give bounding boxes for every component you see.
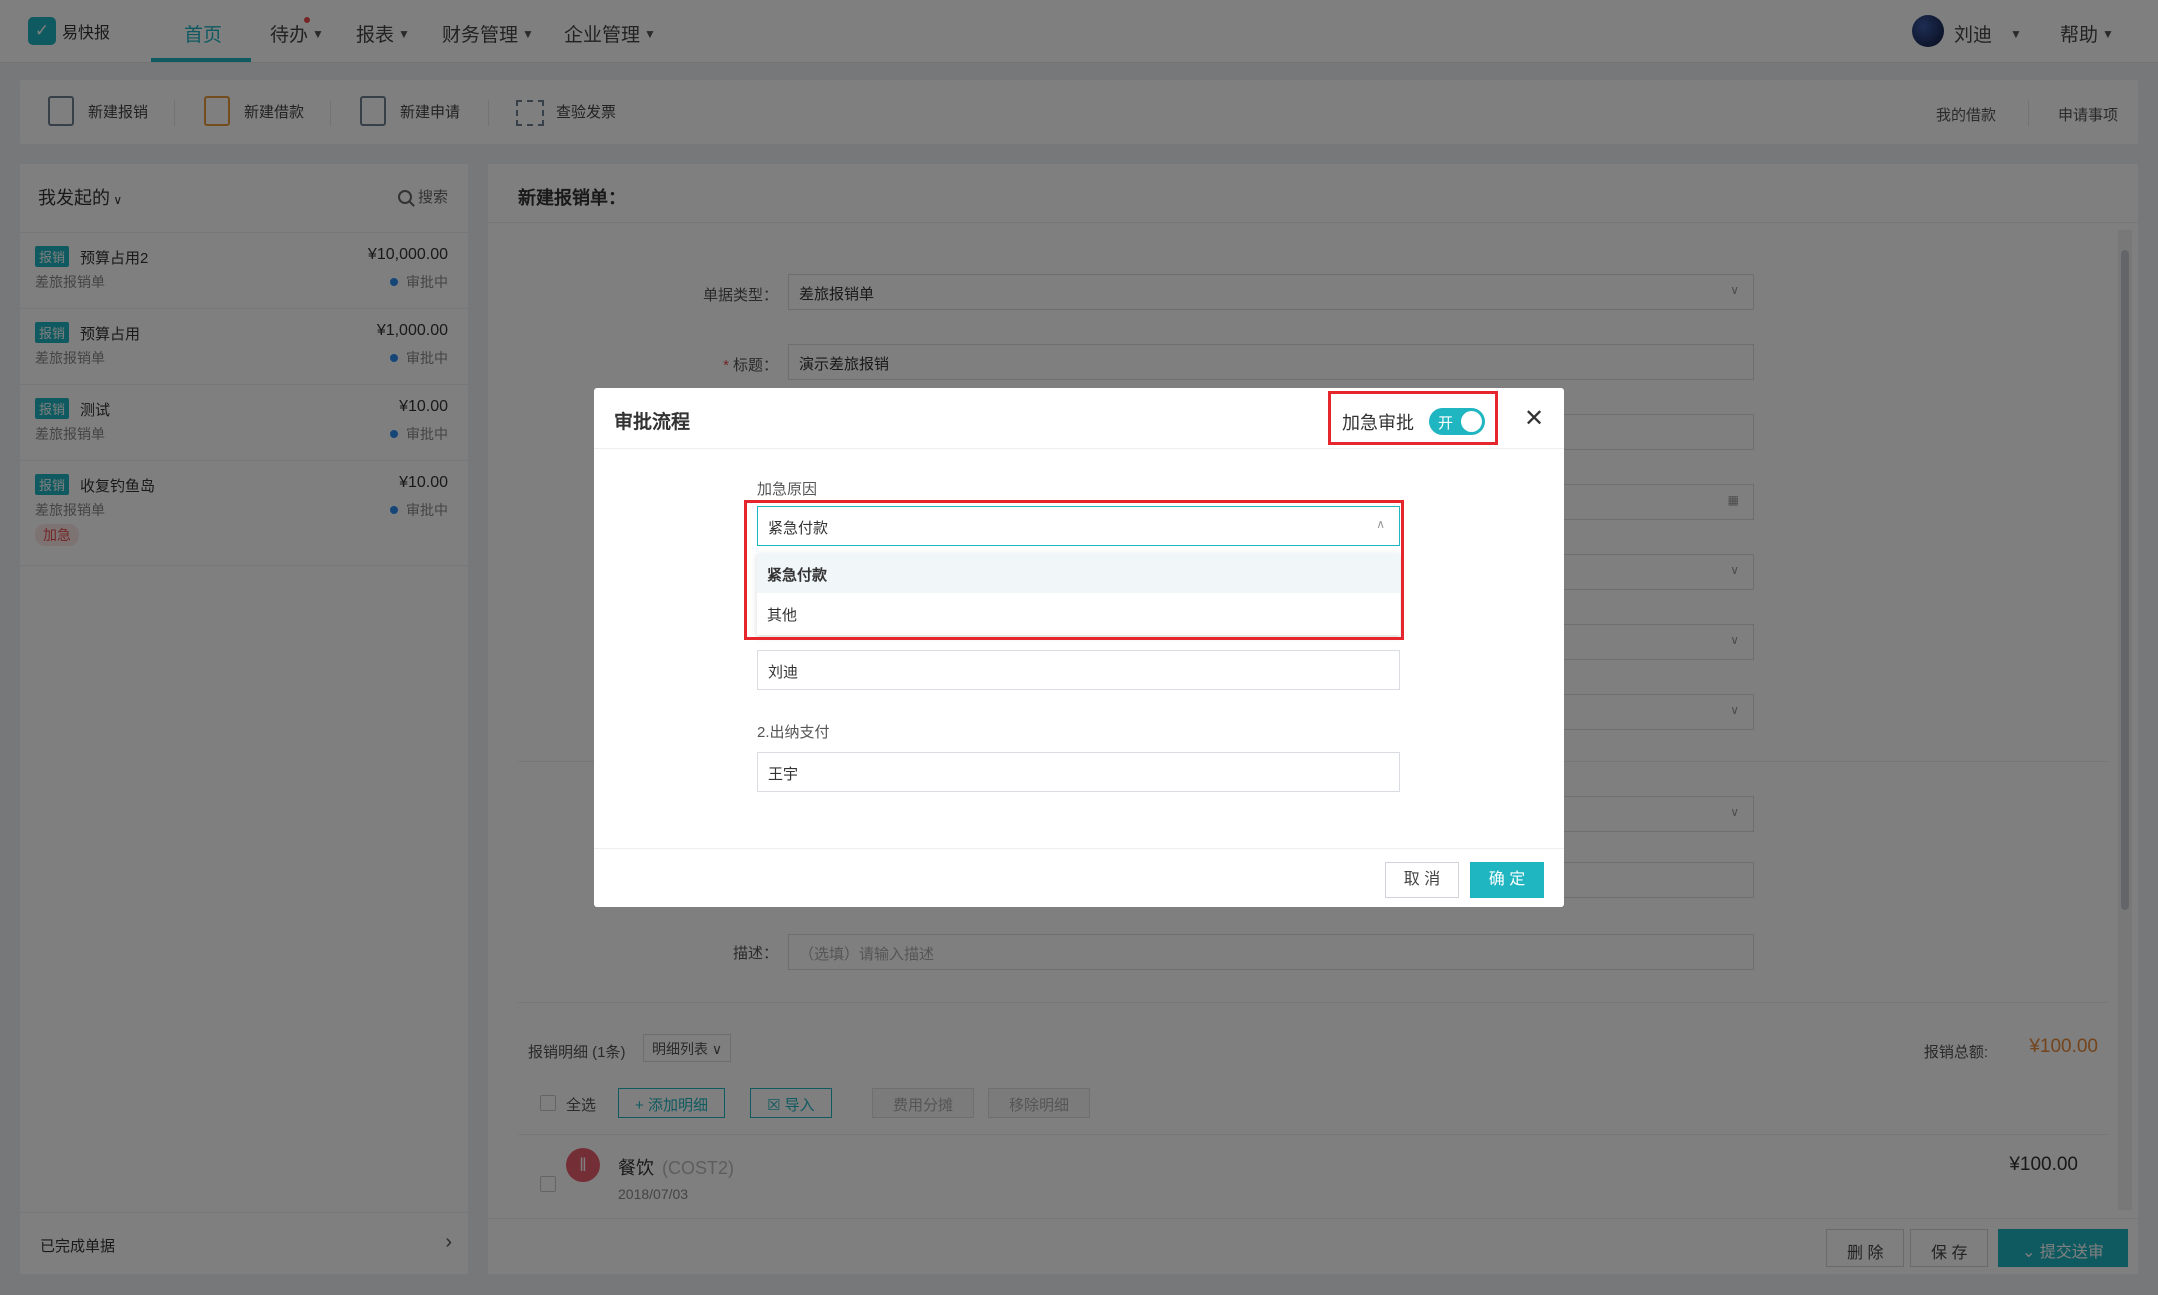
cancel-button[interactable]: 取 消 bbox=[1385, 862, 1459, 898]
dropdown-highlight-box bbox=[744, 500, 1404, 640]
step2-label: 2.出纳支付 bbox=[757, 724, 830, 741]
dialog-title: 审批流程 bbox=[614, 412, 691, 433]
step2-approver-value: 王宇 bbox=[768, 766, 799, 783]
urgent-toggle[interactable]: 开 bbox=[1429, 408, 1485, 435]
urgent-label: 加急审批 bbox=[1342, 413, 1414, 433]
close-icon[interactable]: ✕ bbox=[1524, 404, 1544, 433]
divider bbox=[594, 448, 1564, 449]
step1-approver-field[interactable]: 刘迪 bbox=[757, 650, 1400, 690]
divider bbox=[594, 848, 1564, 849]
toggle-knob bbox=[1461, 411, 1482, 432]
reason-label: 加急原因 bbox=[757, 481, 818, 498]
confirm-button[interactable]: 确 定 bbox=[1470, 862, 1544, 898]
urgent-highlight-box: 加急审批 开 bbox=[1328, 391, 1498, 445]
toggle-text: 开 bbox=[1438, 415, 1454, 432]
approval-flow-dialog: 审批流程 加急审批 开 ✕ 加急原因 紧急付款 ∧ 紧急付款 其他 刘迪 2.出纳… bbox=[594, 388, 1564, 907]
step1-approver-value: 刘迪 bbox=[768, 664, 799, 681]
step2-approver-field[interactable]: 王宇 bbox=[757, 752, 1400, 792]
